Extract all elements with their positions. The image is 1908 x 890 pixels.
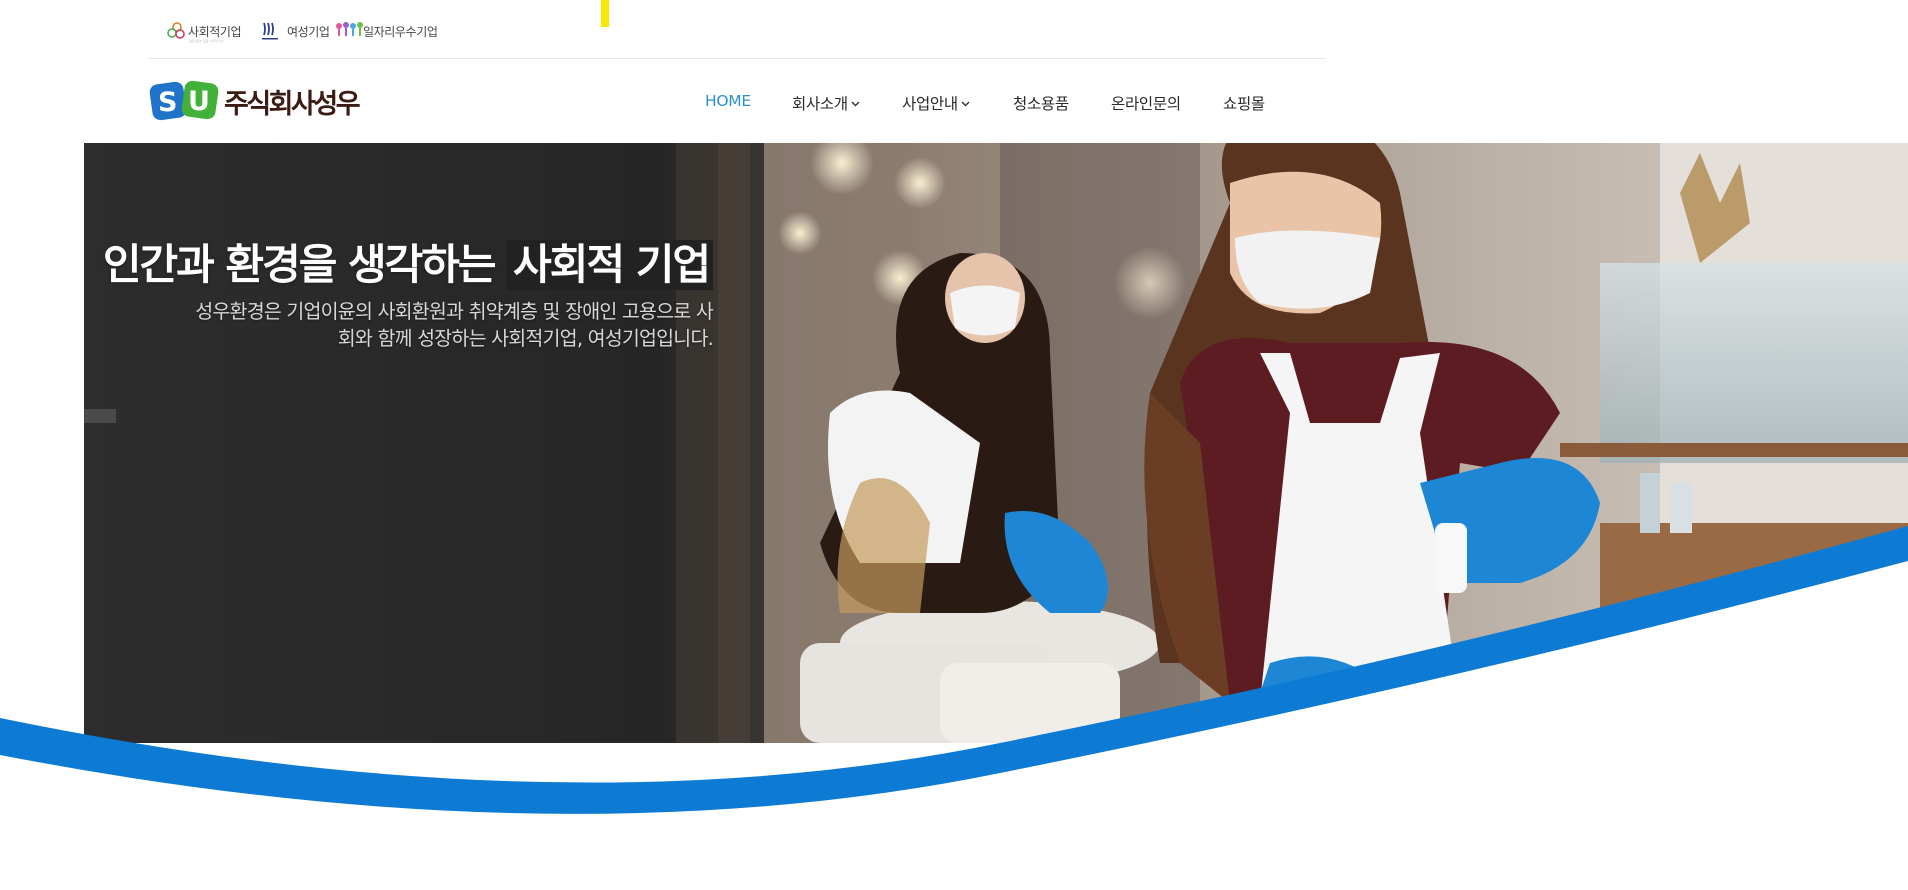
cert-label: 사회적기업 <box>188 24 242 39</box>
nav-label: 청소용품 <box>1013 95 1069 113</box>
cert-excellent-job-enterprise: 일자리우수기업 <box>335 18 438 44</box>
nav-label: HOME <box>705 92 751 110</box>
nav-label: 온라인문의 <box>1111 95 1181 113</box>
cert-label: 여성기업 <box>287 24 330 39</box>
cert-women-enterprise: 여성기업 <box>260 18 330 44</box>
cert-sub-label: 고용노동부 인증 사회적기업 <box>188 39 224 43</box>
svg-text:S: S <box>158 87 177 118</box>
description-line: 성우환경은 기업이윤의 사회환원과 취약계층 및 장애인 고용으로 사 <box>195 300 714 323</box>
nav-company-intro[interactable]: 회사소개 <box>792 92 860 114</box>
nav-cleaning-supplies[interactable]: 청소용품 <box>1013 92 1069 114</box>
certification-bar: 사회적기업 고용노동부 인증 사회적기업 여성기업 일자리우수기업 <box>148 0 1326 59</box>
nav-label: 쇼핑몰 <box>1223 95 1265 113</box>
hero-description: 성우환경은 기업이윤의 사회환원과 취약계층 및 장애인 고용으로 사 회와 함… <box>13 298 714 352</box>
nav-online-inquiry[interactable]: 온라인문의 <box>1111 92 1181 114</box>
site-logo[interactable]: S U 주식회사성우 <box>149 78 361 124</box>
su-logo-icon: S U <box>149 80 219 121</box>
nav-shopping-mall[interactable]: 쇼핑몰 <box>1223 92 1265 114</box>
cert-social-enterprise: 사회적기업 고용노동부 인증 사회적기업 <box>164 18 242 44</box>
nav-label: 사업안내 <box>902 95 958 113</box>
chevron-down-icon <box>961 101 970 106</box>
social-enterprise-icon <box>167 22 185 39</box>
site-header: S U 주식회사성우 HOME 회사소개 사업안내 청소용품 온라인문의 쇼핑몰 <box>0 60 1908 143</box>
brand-name: 주식회사성우 <box>224 88 361 120</box>
nav-business-info[interactable]: 사업안내 <box>902 92 970 114</box>
hero-headline: 인간과 환경을 생각하는 사회적 기업 <box>13 239 713 291</box>
svg-text:U: U <box>188 86 210 117</box>
chevron-down-icon <box>851 101 860 106</box>
women-enterprise-icon <box>262 22 278 40</box>
hero-text-block: 인간과 환경을 생각하는 사회적 기업 성우환경은 기업이윤의 사회환원과 취약… <box>13 239 714 352</box>
description-line: 회와 함께 성장하는 사회적기업, 여성기업입니다. <box>337 327 714 350</box>
yellow-accent-mark <box>601 0 609 27</box>
cert-label: 일자리우수기업 <box>363 24 438 39</box>
nav-label: 회사소개 <box>792 95 848 113</box>
nav-home[interactable]: HOME <box>705 92 751 110</box>
hero-banner: 인간과 환경을 생각하는 사회적 기업 성우환경은 기업이윤의 사회환원과 취약… <box>0 143 1908 890</box>
headline-highlight: 사회적 기업 <box>507 240 713 290</box>
excellent-job-enterprise-icon <box>336 22 363 36</box>
headline-prefix: 인간과 환경을 생각하는 <box>102 240 497 289</box>
